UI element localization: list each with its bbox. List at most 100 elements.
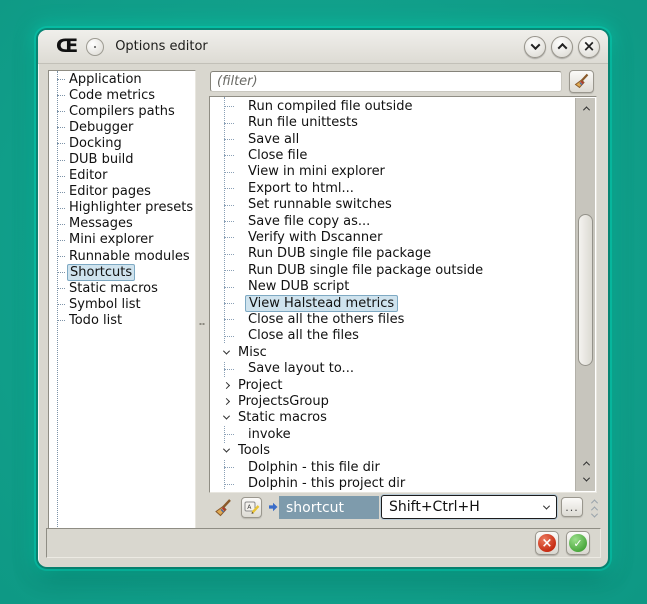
tree-item-label: Save layout to... xyxy=(245,361,357,376)
close-button[interactable]: × xyxy=(578,36,600,58)
tree-item-label: Close all the others files xyxy=(245,312,407,327)
tree-item-label: Dolphin - this project dir xyxy=(245,476,408,491)
tree-row[interactable]: Dolphin - this project dir xyxy=(210,475,575,491)
tree-row[interactable]: invoke xyxy=(210,426,575,442)
tree-row[interactable]: Static macros xyxy=(210,410,575,426)
property-grid-scroll[interactable] xyxy=(587,494,601,522)
scroll-down-icon[interactable] xyxy=(576,471,596,487)
minimize-button[interactable] xyxy=(524,36,546,58)
tree-item-label: Verify with Dscanner xyxy=(245,230,385,245)
tree-row[interactable]: Close file xyxy=(210,147,575,163)
tree-item-label: Set runnable switches xyxy=(245,197,395,212)
chevron-down-icon xyxy=(543,502,550,509)
ok-button[interactable]: ✓ xyxy=(566,531,590,555)
tree-row[interactable]: Misc xyxy=(210,344,575,360)
sidebar-item[interactable]: Application xyxy=(49,71,195,87)
tree-row[interactable]: Close all the files xyxy=(210,328,575,344)
titlebar[interactable]: Œ Options editor × xyxy=(38,30,608,64)
tree-row[interactable]: ProjectsGroup xyxy=(210,393,575,409)
tree-row[interactable]: Export to html... xyxy=(210,180,575,196)
shortcut-value-combo[interactable]: Shift+Ctrl+H xyxy=(381,495,557,519)
tree-rows: Run compiled file outsideRun file unitte… xyxy=(210,98,575,492)
broom-icon[interactable] xyxy=(213,498,233,518)
sidebar-item-label: Static macros xyxy=(67,281,160,296)
tree-item-label: Close all the files xyxy=(245,328,362,343)
tree-row[interactable]: Verify with Dscanner xyxy=(210,229,575,245)
tree-item-label: Run DUB single file package outside xyxy=(245,263,486,278)
sidebar-item[interactable]: Symbol list xyxy=(49,296,195,312)
sidebar-item[interactable]: Mini explorer xyxy=(49,232,195,248)
more-button[interactable]: ... xyxy=(561,497,583,517)
broom-icon xyxy=(573,73,590,90)
scroll-up-icon[interactable] xyxy=(576,455,596,471)
app-logo-icon: Œ xyxy=(56,37,77,56)
tree-row[interactable]: Save layout to... xyxy=(210,361,575,377)
chevron-right-icon[interactable] xyxy=(222,382,229,389)
sidebar-item[interactable]: Editor xyxy=(49,168,195,184)
chevron-up-icon xyxy=(557,43,567,53)
sidebar-item[interactable]: Editor pages xyxy=(49,184,195,200)
tree-row[interactable]: Run DUB single file package outside xyxy=(210,262,575,278)
sidebar-item-label: Shortcuts xyxy=(67,264,135,281)
sidebar-item[interactable]: Debugger xyxy=(49,119,195,135)
shortcut-value: Shift+Ctrl+H xyxy=(389,499,480,515)
tree-scrollbar[interactable] xyxy=(575,98,595,491)
sidebar-item-label: Mini explorer xyxy=(67,232,156,247)
tree-row[interactable]: View in mini explorer xyxy=(210,164,575,180)
tree-row[interactable]: Run file unittests xyxy=(210,114,575,130)
cancel-button[interactable]: × xyxy=(535,531,559,555)
tree-item-label: View Halstead metrics xyxy=(245,295,398,312)
category-list: ApplicationCode metricsCompilers pathsDe… xyxy=(48,70,196,550)
tree-item-label: Misc xyxy=(235,345,270,360)
sidebar-item[interactable]: Static macros xyxy=(49,280,195,296)
chevron-right-icon[interactable] xyxy=(222,398,229,405)
clear-filter-button[interactable] xyxy=(569,70,594,93)
tree-row[interactable]: Project xyxy=(210,377,575,393)
tree-row[interactable]: View Halstead metrics xyxy=(210,295,575,311)
tree-row[interactable]: Tools xyxy=(210,443,575,459)
chevron-down-icon[interactable] xyxy=(222,446,229,453)
tree-item-label: Static macros xyxy=(235,410,330,425)
tree-item-label: Dolphin - this file dir xyxy=(245,460,383,475)
tree-item-label: ProjectsGroup xyxy=(235,394,332,409)
maximize-button[interactable] xyxy=(551,36,573,58)
sidebar-item-label: Docking xyxy=(67,136,124,151)
chevron-down-icon[interactable] xyxy=(222,347,229,354)
sidebar-item-label: Application xyxy=(67,72,144,87)
sidebar-item[interactable]: Shortcuts xyxy=(49,264,195,280)
filter-input[interactable] xyxy=(210,71,562,92)
sidebar-item[interactable]: Code metrics xyxy=(49,87,195,103)
tree-row[interactable]: Close all the others files xyxy=(210,311,575,327)
property-editor-row: A shortcut Shift+Ctrl+H ... xyxy=(208,494,600,522)
cancel-icon: × xyxy=(538,534,556,552)
blue-arrow-icon xyxy=(268,502,278,512)
scroll-up-icon[interactable] xyxy=(576,100,596,116)
tree-row[interactable]: Run compiled file outside xyxy=(210,98,575,114)
sidebar-item[interactable]: Compilers paths xyxy=(49,103,195,119)
tree-row[interactable]: Dolphin - this file dir xyxy=(210,459,575,475)
sidebar-item[interactable]: Highlighter presets xyxy=(49,200,195,216)
property-name-cell[interactable]: shortcut xyxy=(279,496,379,519)
scrollbar-thumb[interactable] xyxy=(578,214,593,366)
shortcuts-tree: Run compiled file outsideRun file unitte… xyxy=(209,96,597,493)
edit-shortcut-button[interactable]: A xyxy=(241,497,262,518)
splitter-handle[interactable] xyxy=(198,70,206,550)
sidebar-item[interactable]: Messages xyxy=(49,216,195,232)
sidebar-item[interactable]: Runnable modules xyxy=(49,248,195,264)
tree-row[interactable]: Run DUB single file package xyxy=(210,246,575,262)
chevron-down-icon xyxy=(530,40,540,50)
tree-row[interactable]: Save file copy as... xyxy=(210,213,575,229)
tree-item-label: New DUB script xyxy=(245,279,352,294)
chevron-down-icon[interactable] xyxy=(222,413,229,420)
sidebar-item[interactable]: Docking xyxy=(49,135,195,151)
sidebar-item[interactable]: Todo list xyxy=(49,312,195,328)
sidebar-item[interactable]: DUB build xyxy=(49,151,195,167)
window-menu-button[interactable] xyxy=(86,38,104,56)
tree-row[interactable]: Set runnable switches xyxy=(210,196,575,212)
tree-row[interactable]: New DUB script xyxy=(210,278,575,294)
tree-row[interactable]: Save all xyxy=(210,131,575,147)
statusbar: × ✓ xyxy=(46,528,601,558)
options-editor-window: Œ Options editor × ApplicationCode metri… xyxy=(38,30,608,567)
tree-item-label: Save all xyxy=(245,132,302,147)
sidebar-item-label: Compilers paths xyxy=(67,104,177,119)
